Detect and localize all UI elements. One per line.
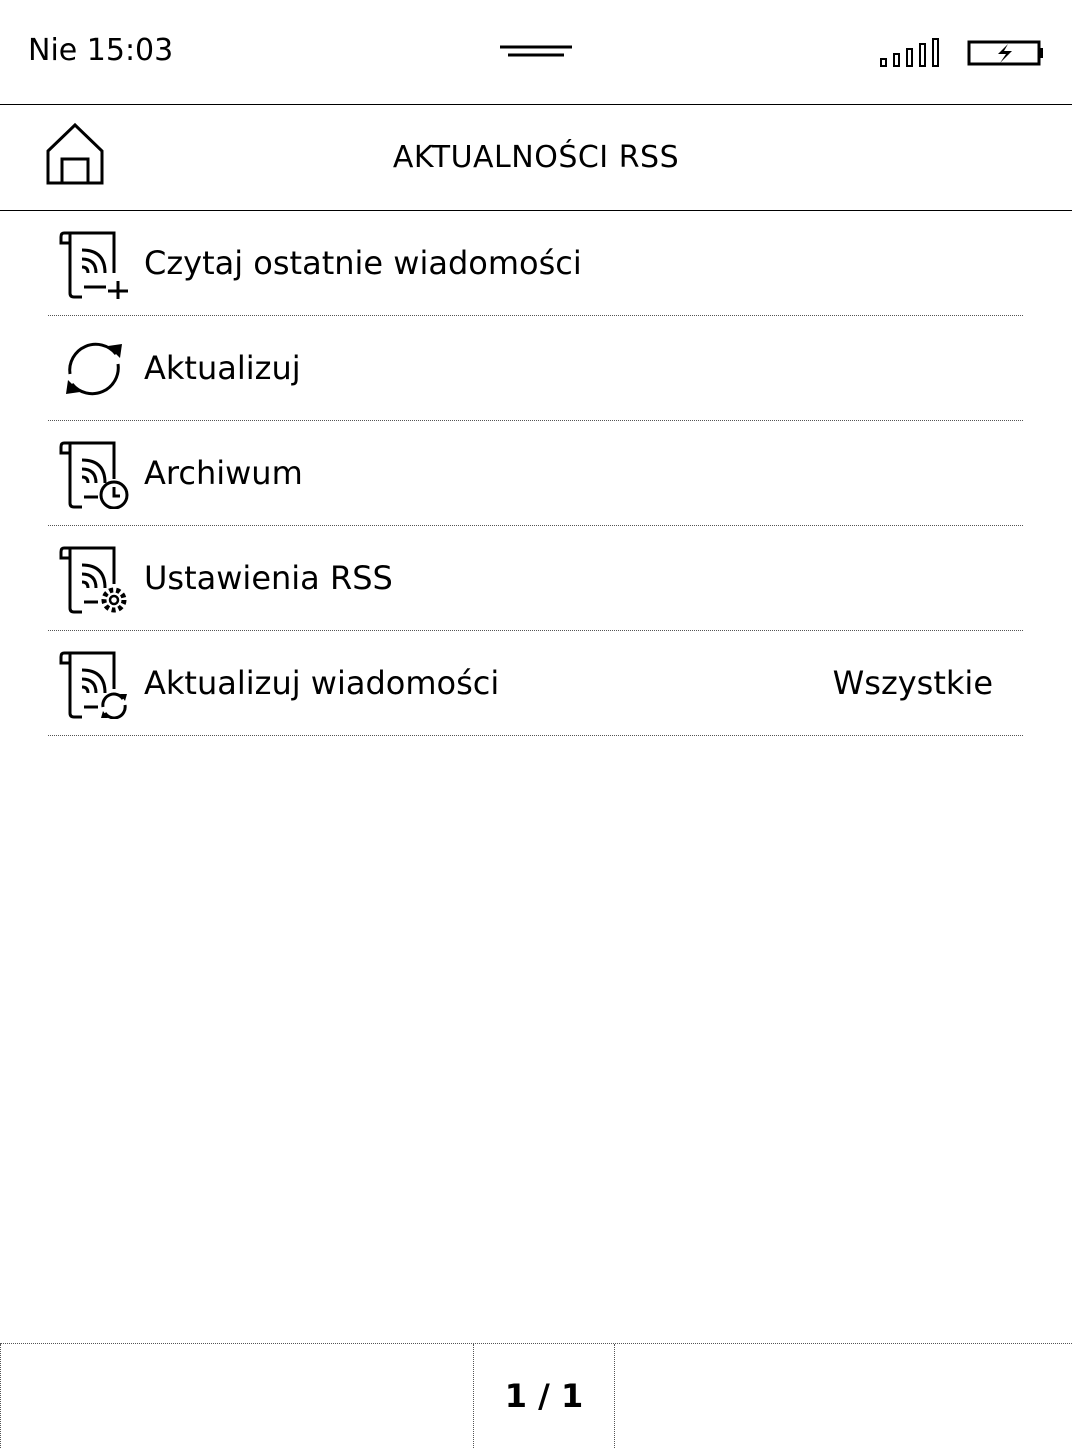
header: AKTUALNOŚCI RSS — [0, 105, 1072, 211]
rss-sync-icon — [59, 651, 127, 719]
menu-item-read-latest[interactable]: Czytaj ostatnie wiadomości — [48, 211, 1023, 316]
menu-item-archive[interactable]: Archiwum — [48, 421, 1023, 526]
sync-icon — [66, 342, 122, 396]
menu-item-value: Wszystkie — [832, 664, 993, 702]
battery-charging-icon — [967, 40, 1043, 66]
signal-icon — [880, 38, 939, 67]
menu-item-label: Aktualizuj — [144, 349, 301, 387]
menu-item-label: Archiwum — [144, 454, 303, 492]
footer-divider — [0, 1344, 1, 1448]
rss-add-icon — [59, 231, 128, 299]
menu-item-label: Aktualizuj wiadomości — [144, 664, 500, 702]
menu-item-rss-settings[interactable]: Ustawienia RSS — [48, 526, 1023, 631]
menu-item-update[interactable]: Aktualizuj — [48, 316, 1023, 421]
rss-clock-icon — [59, 441, 129, 509]
menu-item-label: Czytaj ostatnie wiadomości — [144, 244, 582, 282]
clock: Nie 15:03 — [28, 33, 174, 68]
status-bar: Nie 15:03 — [0, 0, 1072, 105]
menu-handle-icon[interactable] — [498, 40, 574, 62]
menu-item-label: Ustawienia RSS — [144, 559, 393, 597]
rss-gear-icon — [59, 546, 127, 614]
footer: 1 / 1 — [0, 1343, 1072, 1448]
page-indicator[interactable]: 1 / 1 — [474, 1376, 614, 1416]
page-title: AKTUALNOŚCI RSS — [392, 140, 680, 175]
menu-item-update-news[interactable]: Aktualizuj wiadomości Wszystkie — [48, 631, 1023, 736]
footer-divider — [614, 1344, 615, 1448]
menu-list: Czytaj ostatnie wiadomości Aktualizuj Ar… — [48, 211, 1023, 736]
